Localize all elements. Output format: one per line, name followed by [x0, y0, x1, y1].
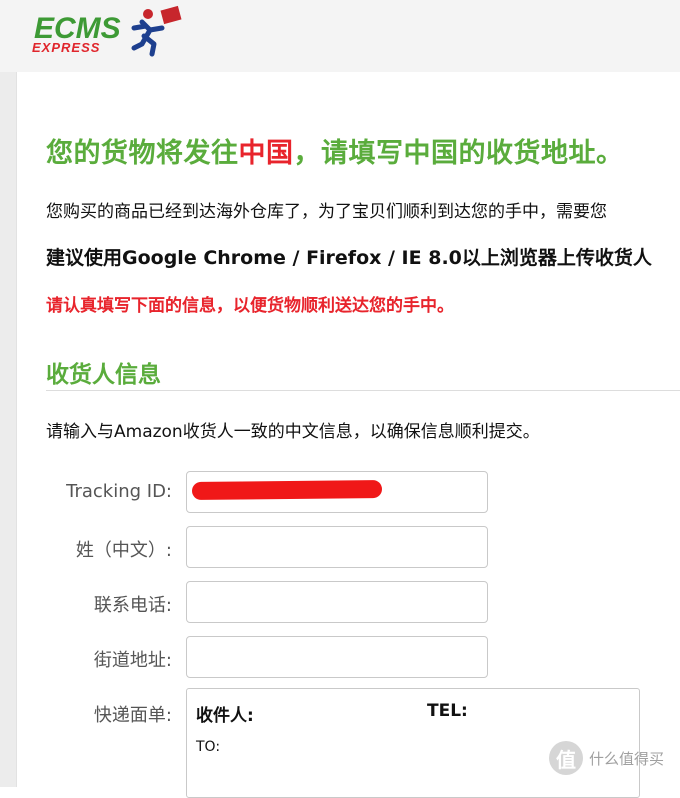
section-divider	[46, 390, 680, 391]
waybill-tel-label: TEL:	[427, 701, 468, 721]
browser-recommendation: 建议使用Google Chrome / Firefox / IE 8.0以上浏览…	[46, 247, 652, 269]
waybill-label: 快递面单:	[93, 705, 172, 726]
redaction-mark	[191, 480, 383, 500]
site-watermark: 值 什么值得买	[549, 738, 677, 778]
waybill-recipient-label: 收件人:	[196, 706, 254, 726]
phone-input[interactable]	[186, 581, 488, 623]
surname-input[interactable]	[186, 526, 488, 568]
phone-label: 联系电话:	[93, 595, 172, 616]
title-part-3: ，请填写中国的收货地址。	[293, 138, 624, 169]
title-part-1: 您的货物将发往	[46, 138, 239, 169]
street-address-input[interactable]	[186, 636, 488, 678]
waybill-to-label: TO:	[196, 739, 221, 755]
surname-label: 姓（中文）:	[75, 540, 172, 561]
accuracy-warning: 请认真填写下面的信息，以便货物顺利送达您的手中。	[46, 296, 454, 316]
left-gutter	[0, 72, 17, 787]
tracking-id-label: Tracking ID:	[66, 481, 172, 502]
section-title-recipient: 收货人信息	[46, 362, 161, 388]
page-title: 您的货物将发往中国，请填写中国的收货地址。	[46, 131, 624, 170]
section-description: 请输入与Amazon收货人一致的中文信息，以确保信息顺利提交。	[46, 422, 540, 442]
title-highlight-china: 中国	[238, 138, 294, 169]
street-address-label: 街道地址:	[93, 650, 172, 671]
main-content: 您的货物将发往中国，请填写中国的收货地址。 您购买的商品已经到达海外仓库了，为了…	[46, 0, 680, 798]
intro-text: 您购买的商品已经到达海外仓库了，为了宝贝们顺利到达您的手中，需要您	[46, 202, 607, 222]
watermark-badge-icon: 值	[549, 741, 583, 775]
watermark-text: 什么值得买	[589, 749, 665, 768]
